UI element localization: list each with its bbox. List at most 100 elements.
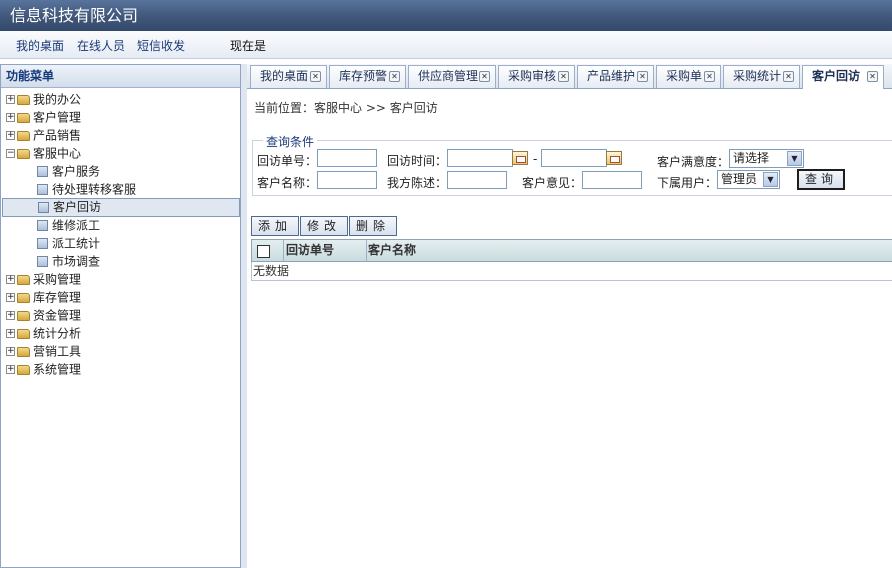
folder-open-icon [17,148,30,159]
visit-no-input[interactable] [317,149,377,167]
expand-icon[interactable]: + [6,365,15,374]
folder-icon [17,346,30,357]
sidebar-item-inventory[interactable]: + 库存管理 [6,288,81,306]
sidebar-item-product-sales[interactable]: + 产品销售 [6,126,81,144]
main-content: 当前位置：客服中心 >> 客户回访 查询条件 回访单号： 回访时间： - 客户满… [247,89,892,568]
nav-link-desktop[interactable]: 我的桌面 [16,37,64,54]
page-icon [37,166,48,177]
sidebar-item-my-office[interactable]: + 我的办公 [6,90,81,108]
customer-opinion-input[interactable] [582,171,642,189]
data-grid: 回访单号 客户名称 无数据 [251,239,892,281]
page-icon [38,202,49,213]
close-icon[interactable]: ✕ [783,71,794,82]
folder-icon [17,112,30,123]
close-icon[interactable]: ✕ [867,71,878,82]
delete-button[interactable]: 删除 [349,216,397,236]
column-visit-no[interactable]: 回访单号 [286,240,334,261]
edit-button[interactable]: 修改 [300,216,348,236]
sidebar-item-statistics[interactable]: + 统计分析 [6,324,81,342]
sidebar-item-marketing-tools[interactable]: + 营销工具 [6,342,81,360]
calendar-icon[interactable] [512,151,528,165]
sidebar-item-system-management[interactable]: + 系统管理 [6,360,81,378]
app-title-bar: 信息科技有限公司 [0,0,892,31]
chevron-down-icon: ▼ [787,151,802,166]
sidebar-item-purchasing[interactable]: + 采购管理 [6,270,81,288]
calendar-icon[interactable] [606,151,622,165]
visit-no-label: 回访单号： [257,154,318,168]
nav-link-online-users[interactable]: 在线人员 [77,37,125,54]
date-range-dash: - [533,152,538,166]
tab-my-desktop[interactable]: 我的桌面 ✕ [250,65,327,88]
grid-empty-row: 无数据 [251,262,892,281]
sidebar-item-repair-dispatch[interactable]: 维修派工 [37,216,100,234]
folder-icon [17,130,30,141]
page-icon [37,220,48,231]
query-button[interactable]: 查询 [797,169,845,190]
close-icon[interactable]: ✕ [558,71,569,82]
sub-user-select[interactable]: 管理员 ▼ [717,170,780,189]
chevron-down-icon: ▼ [763,172,778,187]
customer-name-input[interactable] [317,171,377,189]
close-icon[interactable]: ✕ [637,71,648,82]
app-title: 信息科技有限公司 [10,6,139,25]
expand-icon[interactable]: + [6,131,15,140]
page-icon [37,238,48,249]
close-icon[interactable]: ✕ [704,71,715,82]
expand-icon[interactable]: + [6,311,15,320]
satisfaction-label: 客户满意度： [657,155,730,169]
sidebar-item-service-center[interactable]: − 客服中心 [6,144,81,162]
sidebar-item-pending-transfer[interactable]: 待处理转移客服 [37,180,136,198]
visit-time-label: 回访时间： [387,154,448,168]
folder-icon [17,310,30,321]
folder-icon [17,364,30,375]
select-all-checkbox[interactable] [257,245,270,258]
close-icon[interactable]: ✕ [310,71,321,82]
tab-stock-alert[interactable]: 库存预警 ✕ [329,65,406,88]
query-legend: 查询条件 [263,133,318,150]
sidebar: 功能菜单 + 我的办公 + 客户管理 + 产品销售 − 客服中心 客户服务 待处理转移客… [0,64,241,568]
column-customer-name[interactable]: 客户名称 [368,240,416,261]
top-nav: 我的桌面 在线人员 短信收发 现在是 [0,31,892,59]
customer-opinion-label: 客户意见： [522,176,583,190]
add-button[interactable]: 添加 [251,216,299,236]
sidebar-item-market-survey[interactable]: 市场调查 [37,252,100,270]
sidebar-item-customer-followup[interactable]: 客户回访 [2,198,240,217]
current-time-label: 现在是 [230,39,267,53]
page-icon [37,256,48,267]
our-statement-input[interactable] [447,171,507,189]
tab-bar: 我的桌面 ✕ 库存预警 ✕ 供应商管理 ✕ 采购审核 ✕ 产品维护 ✕ 采购单 ✕ 采购统计… [247,64,892,89]
tab-purchase-review[interactable]: 采购审核 ✕ [498,65,575,88]
tab-purchase-stats[interactable]: 采购统计 ✕ [723,65,800,88]
satisfaction-select[interactable]: 请选择 ▼ [729,149,804,168]
close-icon[interactable]: ✕ [389,71,400,82]
page-icon [37,184,48,195]
sub-user-label: 下属用户： [657,176,718,190]
tab-product-maintenance[interactable]: 产品维护 ✕ [577,65,654,88]
folder-icon [17,328,30,339]
folder-icon [17,274,30,285]
visit-time-start-input[interactable] [447,149,513,167]
tab-supplier-management[interactable]: 供应商管理 ✕ [408,65,496,88]
expand-icon[interactable]: + [6,293,15,302]
expand-icon[interactable]: + [6,95,15,104]
our-statement-label: 我方陈述： [387,176,448,190]
sidebar-item-customer-service[interactable]: 客户服务 [37,162,100,180]
expand-icon[interactable]: + [6,113,15,122]
close-icon[interactable]: ✕ [479,71,490,82]
folder-icon [17,292,30,303]
tab-purchase-order[interactable]: 采购单 ✕ [656,65,721,88]
sidebar-item-customer-management[interactable]: + 客户管理 [6,108,81,126]
visit-time-end-input[interactable] [541,149,607,167]
grid-header: 回访单号 客户名称 [251,239,892,262]
expand-icon[interactable]: + [6,275,15,284]
tab-customer-followup[interactable]: 客户回访 ✕ [802,65,884,89]
collapse-icon[interactable]: − [6,149,15,158]
expand-icon[interactable]: + [6,329,15,338]
nav-link-sms[interactable]: 短信收发 [137,37,185,54]
breadcrumb: 当前位置：客服中心 >> 客户回访 [254,101,438,115]
sidebar-header: 功能菜单 [1,65,240,88]
customer-name-label: 客户名称： [257,176,318,190]
sidebar-item-dispatch-stats[interactable]: 派工统计 [37,234,100,252]
expand-icon[interactable]: + [6,347,15,356]
sidebar-item-finance[interactable]: + 资金管理 [6,306,81,324]
